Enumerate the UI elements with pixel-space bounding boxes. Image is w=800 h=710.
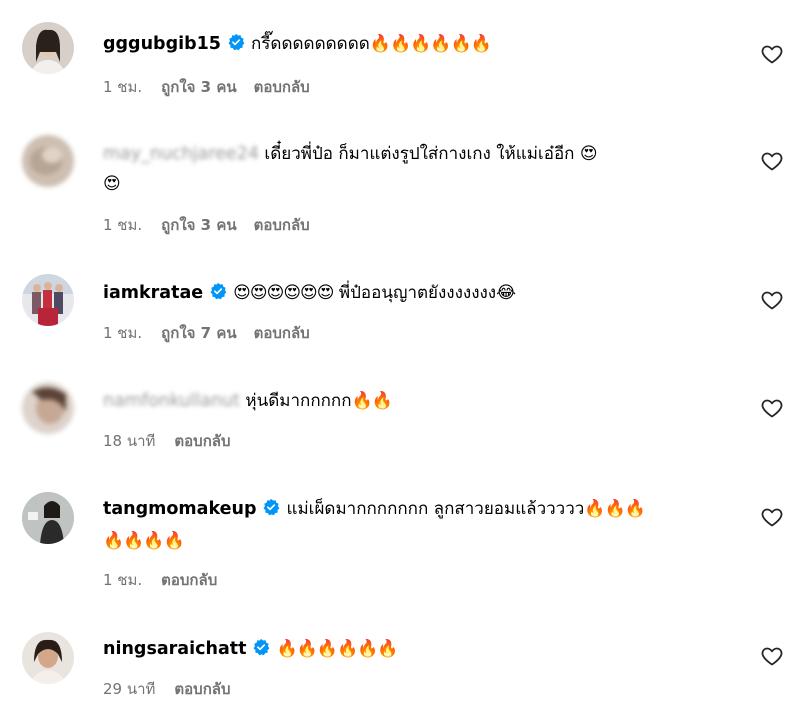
comment-time[interactable]: 18 นาที: [103, 432, 155, 450]
comment-time[interactable]: 29 นาที: [103, 680, 155, 698]
comment-username[interactable]: gggubgib15: [103, 34, 221, 54]
comment-meta: 1 ชม. ถูกใจ 3 คน ตอบกลับ: [103, 213, 327, 237]
avatar[interactable]: [22, 492, 74, 544]
comment-likes[interactable]: ถูกใจ 3 คน: [161, 216, 236, 234]
reply-button[interactable]: ตอบกลับ: [254, 324, 310, 342]
heart-outline-icon[interactable]: [760, 149, 784, 173]
comment-username[interactable]: tangmomakeup: [103, 499, 256, 519]
comment-meta: 18 นาที ตอบกลับ: [103, 429, 248, 453]
comment-meta: 29 นาที ตอบกลับ: [103, 677, 248, 701]
reply-button[interactable]: ตอบกลับ: [161, 571, 217, 589]
comment-username[interactable]: may_nuchjaree24: [103, 144, 259, 164]
comment-meta: 1 ชม. ตอบกลับ: [103, 568, 234, 592]
comment-emoji: 🔥🔥🔥🔥🔥🔥: [276, 639, 398, 659]
heart-outline-icon[interactable]: [760, 42, 784, 66]
heart-outline-icon[interactable]: [760, 288, 784, 312]
comment-likes[interactable]: ถูกใจ 7 คน: [161, 324, 236, 342]
comment-username[interactable]: namfonkullanut: [103, 391, 240, 411]
comment-username[interactable]: iamkratae: [103, 283, 203, 303]
verified-badge-icon: [262, 496, 280, 526]
reply-button[interactable]: ตอบกลับ: [174, 680, 230, 698]
avatar[interactable]: [22, 274, 74, 326]
comment-time[interactable]: 1 ชม.: [103, 216, 142, 234]
comment-time[interactable]: 1 ชม.: [103, 571, 142, 589]
heart-outline-icon[interactable]: [760, 505, 784, 529]
heart-outline-icon[interactable]: [760, 396, 784, 420]
comment-meta: 1 ชม. ถูกใจ 3 คน ตอบกลับ: [103, 75, 327, 99]
verified-badge-icon: [209, 280, 227, 310]
avatar[interactable]: [22, 135, 74, 187]
heart-outline-icon[interactable]: [760, 644, 784, 668]
comment-likes[interactable]: ถูกใจ 3 คน: [161, 78, 236, 96]
avatar[interactable]: [22, 382, 74, 434]
comment-time[interactable]: 1 ชม.: [103, 324, 142, 342]
avatar[interactable]: [22, 22, 74, 74]
comment-emoji: 🔥🔥🔥🔥🔥🔥: [369, 34, 492, 54]
verified-badge-icon: [252, 636, 270, 666]
reply-button[interactable]: ตอบกลับ: [254, 78, 310, 96]
verified-badge-icon: [227, 31, 245, 61]
comment-emoji: 😍: [579, 144, 598, 164]
reply-button[interactable]: ตอบกลับ: [174, 432, 230, 450]
comment-meta: 1 ชม. ถูกใจ 7 คน ตอบกลับ: [103, 321, 327, 345]
comment-emoji: 😍😍😍😍😍😍: [233, 283, 334, 303]
comment-text: พี่ป๋ออนุญาตยังงงงงงง: [338, 283, 497, 303]
comment-time[interactable]: 1 ชม.: [103, 78, 142, 96]
comment-username[interactable]: ningsaraichatt: [103, 639, 246, 659]
comment-emoji-after: 😂: [496, 283, 516, 303]
comment-emoji-line2: 🔥🔥🔥🔥: [103, 531, 185, 551]
comment-emoji-line2: 😍: [103, 174, 121, 194]
comment-text: แม่เผ็ดมากกกกกกก ลูกสาวยอมแล้ววววว: [286, 499, 585, 519]
comment-emoji: 🔥🔥🔥: [584, 499, 646, 519]
comment-text: กรี๊ดดดดดดดดด: [250, 34, 370, 54]
comment-text: เดี๋ยวพี่ป๋อ ก็มาแต่งรูปใส่กางเกง ให้แม่…: [264, 144, 575, 164]
comment-text: หุ่นดีมากกกกก: [245, 391, 352, 411]
reply-button[interactable]: ตอบกลับ: [254, 216, 310, 234]
avatar[interactable]: [22, 632, 74, 684]
comment-emoji: 🔥🔥: [351, 391, 393, 411]
